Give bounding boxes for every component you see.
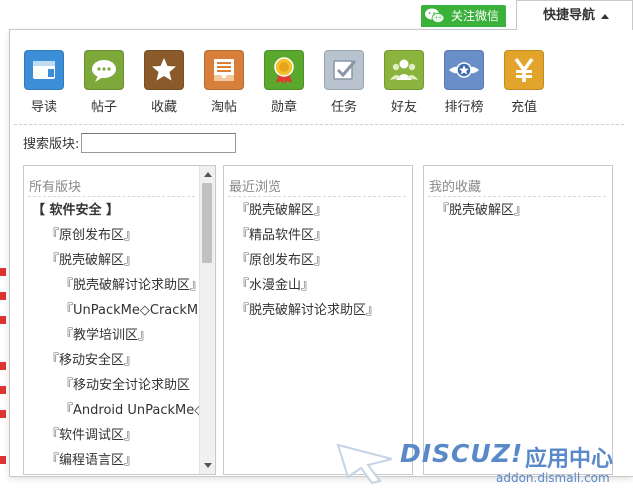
all-boards-items: 【 软件安全 】『原创发布区』 『脱壳破解区』 『脱壳破解讨论求助区』 『UnPack… (24, 198, 215, 473)
nav-item-tasks[interactable]: 任务 (314, 50, 374, 115)
board-list-item[interactable]: 『脱壳破解区』 (224, 198, 412, 223)
caret-up-icon (601, 14, 609, 19)
favorite-boards-list: 我的收藏 『脱壳破解区』 (423, 165, 613, 475)
discuz-watermark: DISCUZ! 应用中心 addon.dismall.com (330, 433, 630, 503)
nav-item-ranking[interactable]: 排行榜 (434, 50, 494, 115)
recent-boards-list: 最近浏览 『脱壳破解区』 『精品软件区』 『原创发布区』 『水漫金山』 『脱壳破解讨论求… (223, 165, 413, 475)
divider (428, 196, 606, 197)
medal-icon (264, 50, 304, 90)
nav-item-posts[interactable]: 帖子 (74, 50, 134, 115)
cursor-arrow-icon (336, 443, 393, 485)
board-list-item[interactable]: 『精品软件区』 (224, 223, 412, 248)
board-list-item[interactable]: 『原创发布区』 (24, 223, 215, 248)
all-boards-list: 所有版块 【 软件安全 】『原创发布区』 『脱壳破解区』 『脱壳破解讨论求助区』 『U… (23, 165, 216, 475)
nav-item-favorites[interactable]: 收藏 (134, 50, 194, 115)
inbox-icon (204, 50, 244, 90)
quick-nav-label: 快捷导航 (543, 8, 596, 23)
watermark-brand: DISCUZ! (400, 439, 524, 468)
nav-item-label: 帖子 (90, 100, 117, 115)
board-list-item[interactable]: 【 软件安全 】 (24, 198, 215, 223)
nav-item-tao-tie[interactable]: 淘帖 (194, 50, 254, 115)
nav-item-label: 任务 (330, 100, 357, 115)
favorite-boards-title: 我的收藏 (429, 180, 482, 195)
task-icon (324, 50, 364, 90)
board-list-item[interactable]: 『软件调试区』 (24, 423, 215, 448)
follow-wechat-button[interactable]: 关注微信 (421, 5, 506, 27)
all-boards-scrollbar[interactable] (199, 166, 215, 474)
ranking-icon (444, 50, 484, 90)
nav-item-label: 淘帖 (210, 100, 237, 115)
nav-item-guide[interactable]: 导读 (14, 50, 74, 115)
yen-icon (504, 50, 544, 90)
board-list-item[interactable]: 『教学培训区』 (24, 323, 215, 348)
board-list-item[interactable]: 『脱壳破解区』 (24, 248, 215, 273)
nav-item-label: 勋章 (270, 100, 297, 115)
search-board-input[interactable] (81, 133, 236, 153)
nav-item-medals[interactable]: 勋章 (254, 50, 314, 115)
board-list-item[interactable]: 『原创发布区』 (224, 248, 412, 273)
board-list-item[interactable]: 『脱壳破解讨论求助区』 (224, 298, 412, 323)
background-page-edge (0, 260, 8, 480)
board-list-item[interactable]: 『水漫金山』 (224, 273, 412, 298)
board-list-item[interactable]: 『移动安全区』 (24, 348, 215, 373)
follow-wechat-label: 关注微信 (451, 9, 500, 23)
favorite-boards-items: 『脱壳破解区』 (424, 198, 612, 223)
board-list-item[interactable]: 『Android UnPackMe◇ (24, 398, 215, 423)
board-list-item[interactable]: 『脱壳破解讨论求助区』 (24, 273, 215, 298)
friends-icon (384, 50, 424, 90)
quick-nav-icons: 导读 帖子 收藏 淘帖 勋章 任务 好友 排行榜 充值 (10, 50, 630, 145)
recent-boards-items: 『脱壳破解区』 『精品软件区』 『原创发布区』 『水漫金山』 『脱壳破解讨论求助区』 (224, 198, 412, 323)
search-board-label: 搜索版块: (23, 137, 80, 152)
chat-bubble-icon (84, 50, 124, 90)
divider (28, 196, 195, 197)
board-list-item[interactable]: 『UnPackMe◇CrackMe (24, 298, 215, 323)
quick-nav-tab[interactable]: 快捷导航 (516, 0, 633, 30)
watermark-url: addon.dismall.com (496, 471, 610, 485)
nav-item-label: 导读 (30, 100, 57, 115)
divider (228, 196, 406, 197)
nav-item-friends[interactable]: 好友 (374, 50, 434, 115)
scroll-thumb[interactable] (202, 183, 212, 263)
nav-item-label: 排行榜 (444, 100, 484, 115)
nav-item-label: 好友 (390, 100, 417, 115)
wechat-icon (425, 8, 445, 23)
scroll-up-icon[interactable] (204, 172, 212, 177)
divider (14, 124, 624, 125)
board-list-item[interactable]: 『编程语言区』 (24, 448, 215, 473)
watermark-title: 应用中心 (525, 447, 614, 472)
guide-icon (24, 50, 64, 90)
recent-boards-title: 最近浏览 (229, 180, 282, 195)
board-list-item[interactable]: 『移动安全讨论求助区 (24, 373, 215, 398)
board-list-item[interactable]: 『脱壳破解区』 (424, 198, 612, 223)
nav-item-recharge[interactable]: 充值 (494, 50, 554, 115)
scroll-down-icon[interactable] (204, 463, 212, 468)
quick-nav-panel: 导读 帖子 收藏 淘帖 勋章 任务 好友 排行榜 充值 搜索版块: 所有版块 【… (9, 29, 633, 477)
nav-item-label: 收藏 (150, 100, 177, 115)
all-boards-title: 所有版块 (29, 180, 82, 195)
nav-item-label: 充值 (510, 100, 537, 115)
star-icon (144, 50, 184, 90)
